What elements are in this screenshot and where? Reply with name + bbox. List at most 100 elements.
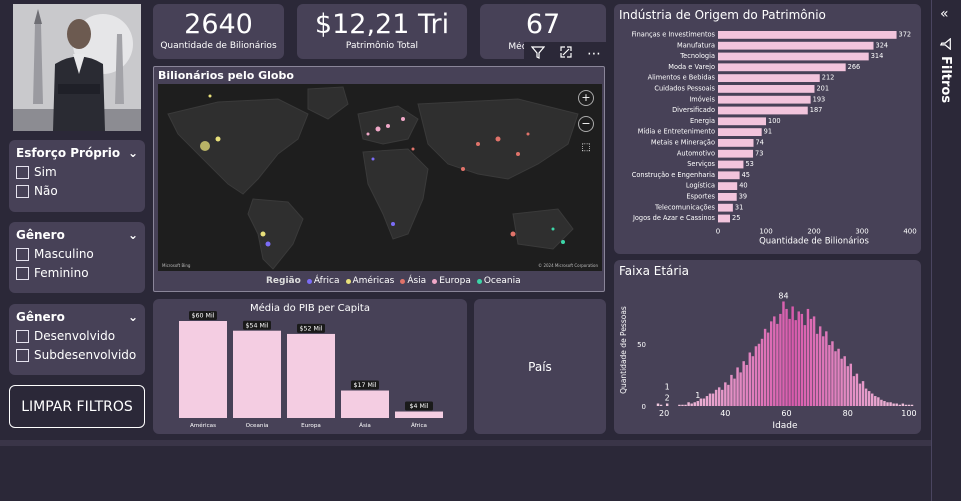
age-bar[interactable] xyxy=(678,404,681,406)
age-bar[interactable] xyxy=(766,332,770,406)
age-bar[interactable] xyxy=(889,402,892,406)
age-bar[interactable] xyxy=(788,318,791,406)
age-bar[interactable] xyxy=(812,316,816,406)
age-bar[interactable] xyxy=(770,321,773,406)
age-bar[interactable] xyxy=(751,356,755,406)
industry-bar[interactable] xyxy=(718,85,815,93)
legend-item[interactable]: Américas xyxy=(345,276,394,286)
age-bar[interactable] xyxy=(736,367,739,406)
age-bar[interactable] xyxy=(892,403,895,406)
age-bar[interactable] xyxy=(745,364,748,406)
age-bar[interactable] xyxy=(684,404,687,406)
age-bar[interactable] xyxy=(904,404,908,406)
industry-bar[interactable] xyxy=(718,117,766,126)
chevron-down-icon[interactable]: ⌄ xyxy=(128,310,138,324)
gdp-bar[interactable] xyxy=(179,321,227,418)
age-bar[interactable] xyxy=(864,388,868,406)
age-bar[interactable] xyxy=(702,398,706,406)
pais-panel[interactable]: País xyxy=(474,299,606,434)
age-bar[interactable] xyxy=(874,396,877,406)
age-bar[interactable] xyxy=(773,316,776,406)
gdp-bar[interactable] xyxy=(395,411,443,418)
industry-bar[interactable] xyxy=(718,95,811,104)
age-bar[interactable] xyxy=(748,352,752,406)
age-bar[interactable] xyxy=(800,313,804,406)
filter-icon[interactable] xyxy=(530,45,546,63)
age-bar[interactable] xyxy=(834,351,837,406)
age-bar[interactable] xyxy=(724,382,727,406)
industry-bar[interactable] xyxy=(718,128,762,136)
age-bar[interactable] xyxy=(785,308,788,406)
age-bar[interactable] xyxy=(828,345,831,406)
age-bar[interactable] xyxy=(898,404,901,406)
industry-bar[interactable] xyxy=(718,52,869,61)
age-bar[interactable] xyxy=(791,306,794,406)
age-bar[interactable] xyxy=(794,320,797,406)
slicer-option-masculino[interactable]: Masculino xyxy=(16,247,138,261)
age-bar[interactable] xyxy=(846,366,849,406)
gdp-bar[interactable] xyxy=(233,330,281,418)
age-bar[interactable] xyxy=(714,389,718,406)
chevron-down-icon[interactable]: ⌄ xyxy=(128,146,138,160)
legend-item[interactable]: África xyxy=(306,276,340,286)
age-bar[interactable] xyxy=(870,393,874,406)
checkbox[interactable] xyxy=(16,329,29,343)
age-bar[interactable] xyxy=(809,318,813,406)
age-bar[interactable] xyxy=(656,403,660,406)
age-bar[interactable] xyxy=(665,403,669,406)
age-bar[interactable] xyxy=(690,403,693,406)
checkbox[interactable] xyxy=(16,266,29,280)
age-bar[interactable] xyxy=(757,343,761,406)
industry-bar[interactable] xyxy=(718,171,740,180)
age-bar[interactable] xyxy=(803,325,807,406)
age-bar[interactable] xyxy=(843,356,846,406)
age-bar[interactable] xyxy=(883,401,886,406)
age-bar[interactable] xyxy=(730,374,733,406)
slicer-option-sim[interactable]: Sim xyxy=(16,165,138,179)
age-bar[interactable] xyxy=(858,383,862,406)
checkbox[interactable] xyxy=(16,348,29,362)
age-bar[interactable] xyxy=(711,393,715,406)
checkbox[interactable] xyxy=(16,184,29,198)
zoom-out-button[interactable]: − xyxy=(578,116,594,132)
industry-bar[interactable] xyxy=(718,203,733,212)
age-bar[interactable] xyxy=(727,384,730,406)
legend-item[interactable]: Ásia xyxy=(400,276,426,286)
age-bar[interactable] xyxy=(687,402,690,406)
age-bar[interactable] xyxy=(840,358,843,406)
age-bar[interactable] xyxy=(910,404,914,406)
legend-item[interactable]: Europa xyxy=(432,276,471,286)
age-bar[interactable] xyxy=(880,399,883,406)
age-bar[interactable] xyxy=(815,333,819,406)
industry-bar[interactable] xyxy=(718,106,808,115)
age-bar[interactable] xyxy=(907,404,911,406)
age-bar[interactable] xyxy=(696,401,700,406)
age-bar[interactable] xyxy=(806,308,810,406)
filters-pane[interactable]: « Filtros xyxy=(931,0,961,501)
clear-filters-button[interactable]: LIMPAR FILTROS xyxy=(9,385,145,428)
legend-item[interactable]: Oceania xyxy=(476,276,521,286)
checkbox[interactable] xyxy=(16,247,29,261)
gdp-bar[interactable] xyxy=(287,333,335,418)
age-bar[interactable] xyxy=(895,403,898,406)
age-bar[interactable] xyxy=(837,348,840,406)
age-bar[interactable] xyxy=(760,338,764,406)
slicer-option-subdesenvolvido[interactable]: Subdesenvolvido xyxy=(16,348,138,362)
industry-bar[interactable] xyxy=(718,63,846,72)
focus-mode-icon[interactable] xyxy=(559,45,573,63)
age-bar[interactable] xyxy=(886,402,889,406)
age-bar[interactable] xyxy=(693,402,696,406)
industry-bar[interactable] xyxy=(718,214,730,223)
age-bar[interactable] xyxy=(779,313,782,406)
more-options-icon[interactable]: ⋯ xyxy=(587,46,601,62)
industry-bar[interactable] xyxy=(718,139,754,147)
checkbox[interactable] xyxy=(16,165,29,179)
age-bar[interactable] xyxy=(742,361,745,406)
age-bar[interactable] xyxy=(825,331,828,406)
age-bar[interactable] xyxy=(822,336,825,406)
age-bar[interactable] xyxy=(867,391,871,406)
industry-bar[interactable] xyxy=(718,182,738,190)
industry-bar[interactable] xyxy=(718,74,820,82)
age-bar[interactable] xyxy=(708,393,712,406)
age-bar[interactable] xyxy=(717,387,721,406)
